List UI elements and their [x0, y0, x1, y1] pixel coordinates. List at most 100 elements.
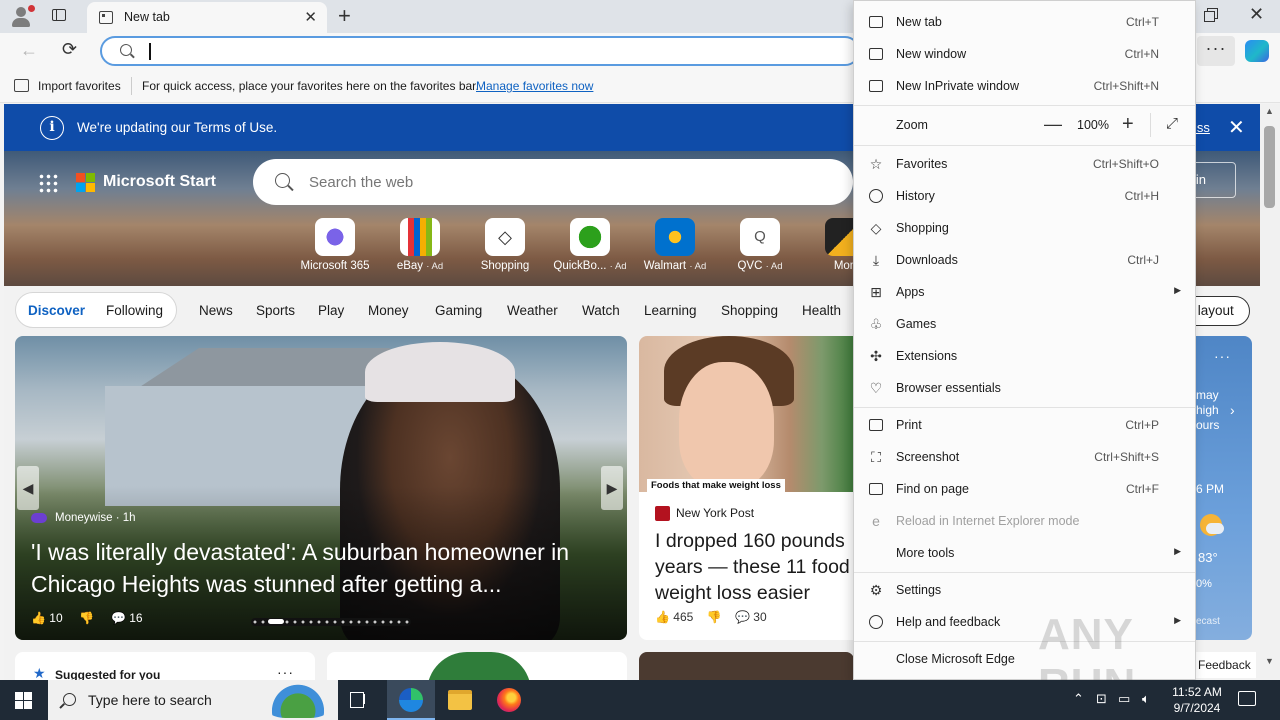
fullscreen-icon[interactable]: ⤢ [1166, 115, 1178, 132]
task-view-icon[interactable] [350, 692, 368, 708]
quick-link-shopping[interactable]: ◇ Shopping [465, 214, 545, 274]
heart-pulse-icon: ♡ [869, 380, 883, 396]
zoom-in-icon[interactable]: + [1122, 113, 1134, 136]
quick-link-walmart[interactable]: Walmart · Ad [635, 214, 715, 274]
more-options-icon[interactable]: ··· [277, 664, 294, 680]
image-caption: Foods that make weight loss [647, 479, 785, 492]
firefox-icon[interactable] [497, 688, 521, 712]
network-icon[interactable]: ▭ [1118, 691, 1130, 707]
tab-actions-icon[interactable] [50, 7, 70, 25]
like-icon[interactable]: 👍 [655, 610, 670, 624]
comment-icon[interactable]: 💬 [111, 611, 126, 625]
new-tab-plus-icon[interactable]: + [338, 3, 351, 29]
story-card[interactable] [327, 652, 627, 680]
quick-link-qvc[interactable]: Q QVC · Ad [720, 214, 800, 274]
tab-weather[interactable]: Weather [507, 303, 558, 318]
back-arrow-icon[interactable]: ← [20, 40, 38, 61]
menu-item-extensions[interactable]: ✣ Extensions [854, 340, 1195, 372]
refresh-icon[interactable]: ⟳ [62, 39, 77, 60]
like-icon[interactable]: 👍 [31, 611, 46, 625]
tab-watch[interactable]: Watch [582, 303, 620, 318]
taskbar-edge-button[interactable] [387, 680, 435, 720]
menu-item-apps[interactable]: ⊞ Apps ▶ [854, 276, 1195, 308]
tab-discover[interactable]: Discover [28, 303, 85, 318]
show-hidden-icons-chevron-icon[interactable]: ⌃ [1073, 691, 1084, 707]
menu-item-more-tools[interactable]: More tools ▶ [854, 537, 1195, 569]
more-options-icon[interactable]: ··· [1214, 348, 1231, 364]
quick-link-quickbooks[interactable]: QuickBo... · Ad [550, 214, 630, 274]
menu-item-favorites[interactable]: ☆ Favorites Ctrl+Shift+O [854, 148, 1195, 180]
menu-item-new-tab[interactable]: New tab Ctrl+T [854, 6, 1195, 38]
tab-play[interactable]: Play [318, 303, 344, 318]
tab-news[interactable]: News [199, 303, 233, 318]
tile-label: eBay [396, 260, 424, 272]
tab-new-tab[interactable]: New tab ✕ [87, 2, 327, 33]
quick-link-microsoft-365[interactable]: Microsoft 365 [295, 214, 375, 274]
inprivate-icon [868, 78, 884, 94]
address-bar[interactable] [100, 36, 860, 66]
scroll-up-icon[interactable]: ▲ [1265, 106, 1274, 116]
menu-item-new-inprivate-window[interactable]: New InPrivate window Ctrl+Shift+N [854, 70, 1195, 102]
story-headline[interactable]: I dropped 160 pounds years — these 11 fo… [655, 528, 854, 606]
import-favorites-button[interactable]: Import favorites [38, 79, 121, 93]
page-scrollbar[interactable]: ▲ ▼ [1260, 104, 1280, 680]
zoom-out-icon[interactable]: — [1044, 114, 1062, 135]
tab-sports[interactable]: Sports [256, 303, 295, 318]
windows-start-icon[interactable] [15, 692, 33, 710]
manage-favorites-link[interactable]: Manage favorites now [476, 79, 593, 93]
carousel-next-icon[interactable]: ▶ [601, 466, 623, 510]
copilot-icon[interactable] [1245, 40, 1269, 62]
menu-item-shopping[interactable]: ◇ Shopping [854, 212, 1195, 244]
tab-shopping[interactable]: Shopping [721, 303, 778, 318]
restore-window-icon[interactable] [1204, 8, 1218, 22]
tab-following[interactable]: Following [106, 303, 163, 318]
menu-item-history[interactable]: History Ctrl+H [854, 180, 1195, 212]
menu-item-new-window[interactable]: New window Ctrl+N [854, 38, 1195, 70]
tab-learning[interactable]: Learning [644, 303, 697, 318]
notifications-icon[interactable] [1238, 691, 1256, 706]
app-launcher-icon[interactable] [38, 173, 58, 193]
scroll-thumb[interactable] [1264, 126, 1275, 208]
menu-item-label: Downloads [896, 253, 958, 267]
carousel-prev-icon[interactable]: ◀ [17, 466, 39, 510]
taskbar-clock[interactable]: 11:52 AM 9/7/2024 [1170, 684, 1224, 716]
close-tab-icon[interactable]: ✕ [304, 8, 317, 26]
security-icon[interactable]: ⊡ [1096, 691, 1107, 707]
story-card[interactable] [639, 652, 854, 680]
weather-card[interactable]: ··· may high ours › 6 PM 83° 0% ecast [1194, 336, 1252, 640]
menu-item-print[interactable]: Print Ctrl+P [854, 409, 1195, 441]
tab-gaming[interactable]: Gaming [435, 303, 482, 318]
menu-item-games[interactable]: ♧ Games [854, 308, 1195, 340]
dislike-icon[interactable]: 👎 [707, 610, 722, 624]
dismiss-link[interactable]: iss [1194, 120, 1210, 135]
brand-title[interactable]: Microsoft Start [103, 173, 216, 191]
volume-icon[interactable]: 🔈︎ [1142, 691, 1150, 707]
menu-item-downloads[interactable]: ⤓ Downloads Ctrl+J [854, 244, 1195, 276]
suggested-card[interactable]: ★ Suggested for you ··· [15, 652, 315, 680]
second-story-card[interactable]: Foods that make weight loss New York Pos… [639, 336, 854, 640]
menu-item-settings[interactable]: ⚙ Settings [854, 574, 1195, 606]
file-explorer-icon[interactable] [448, 690, 472, 710]
menu-item-label: Extensions [896, 349, 958, 363]
comment-icon[interactable]: 💬 [735, 610, 750, 624]
menu-item-screenshot[interactable]: ⛶ Screenshot Ctrl+Shift+S [854, 441, 1195, 473]
tab-money[interactable]: Money [368, 303, 409, 318]
dislike-icon[interactable]: 👎 [79, 611, 94, 625]
profile-avatar-icon[interactable] [8, 4, 35, 30]
menu-item-find-on-page[interactable]: Find on page Ctrl+F [854, 473, 1195, 505]
scroll-down-icon[interactable]: ▼ [1265, 656, 1274, 666]
chevron-right-icon[interactable]: › [1230, 402, 1235, 418]
main-story-card[interactable]: ◀ ▶ Moneywise · 1h 'I was literally deva… [15, 336, 627, 640]
settings-and-more-button[interactable]: ··· [1197, 36, 1235, 66]
taskbar-search-box[interactable]: Type here to search [48, 680, 338, 720]
tab-health[interactable]: Health [802, 303, 841, 318]
story-headline[interactable]: 'I was literally devastated': A suburban… [31, 536, 611, 600]
menu-item-browser-essentials[interactable]: ♡ Browser essentials [854, 372, 1195, 404]
close-window-icon[interactable]: ✕ [1249, 4, 1264, 25]
quick-link-ebay[interactable]: eBay · Ad [380, 214, 460, 274]
carousel-active-dot [268, 619, 284, 624]
story-image-cap [365, 342, 515, 402]
web-search-box[interactable]: Search the web [253, 159, 853, 205]
close-banner-icon[interactable]: ✕ [1228, 115, 1245, 140]
import-favorites-icon[interactable] [14, 79, 29, 92]
